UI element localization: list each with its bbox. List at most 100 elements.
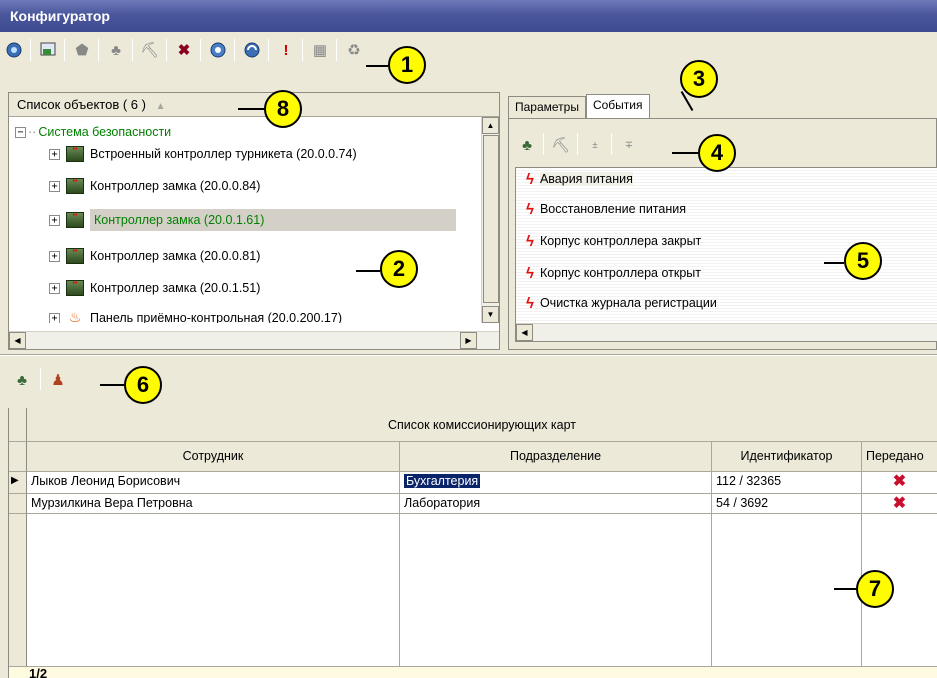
move-up-event-icon[interactable]: ± <box>585 135 605 155</box>
recycle-icon[interactable]: ♻ <box>344 40 364 60</box>
department-cell[interactable]: Лаборатория <box>400 494 712 514</box>
event-label: Очистка журнала регистрации <box>539 296 717 310</box>
callout-5: 5 <box>844 242 882 280</box>
callout-2-line <box>356 270 380 272</box>
tree-vertical-scrollbar[interactable]: ▲ ▼ <box>481 117 499 323</box>
row-indicator-header <box>9 408 27 442</box>
add-object-icon[interactable] <box>4 40 24 60</box>
scroll-right-icon[interactable]: ▶ <box>460 332 477 349</box>
tree-item-label: Контроллер замка (20.0.1.51) <box>90 281 261 295</box>
employee-cell[interactable]: Лыков Леонид Борисович <box>27 472 400 494</box>
cards-title-row: Список комиссионирующих карт <box>9 408 937 442</box>
cards-title: Список комиссионирующих карт <box>27 408 937 442</box>
tree-item-label: Контроллер замка (20.0.0.81) <box>90 249 261 263</box>
tree-item-label: Встроенный контроллер турникета (20.0.0.… <box>90 147 357 161</box>
tree-root[interactable]: − ·· Система безопасности <box>15 121 171 143</box>
splitter[interactable] <box>0 354 937 356</box>
controller-icon: •• <box>66 280 84 296</box>
column-header-department[interactable]: Подразделение <box>400 442 712 472</box>
callout-4: 4 <box>698 134 736 172</box>
object-list-header[interactable]: Список объектов ( 6 ) ▲ <box>9 93 499 117</box>
tree-root-label: Система безопасности <box>38 125 172 139</box>
collapse-icon[interactable]: − <box>15 126 26 138</box>
scroll-left-icon[interactable]: ◀ <box>9 332 26 349</box>
event-item[interactable]: ϟ Корпус контроллера открыт <box>526 262 701 284</box>
expand-icon[interactable]: + <box>49 148 60 160</box>
row-indicator <box>9 494 27 514</box>
move-down-event-icon[interactable]: ∓ <box>619 135 639 155</box>
map-icon[interactable]: ▦ <box>310 40 330 60</box>
object-tree: − ·· Система безопасности + •• Встроенны… <box>9 117 475 323</box>
department-cell[interactable]: Бухгалтерия <box>400 472 712 494</box>
expand-icon[interactable]: + <box>49 282 60 294</box>
alarm-icon[interactable]: ! <box>276 40 296 60</box>
move-up-icon[interactable]: ⬟ <box>72 40 92 60</box>
controller-icon: •• <box>66 178 84 194</box>
callout-4-line <box>672 152 698 154</box>
object-list-title: Список объектов ( 6 ) <box>17 97 146 112</box>
column-header-employee[interactable]: Сотрудник <box>27 442 400 472</box>
expand-icon[interactable]: + <box>49 214 60 226</box>
remove-card-icon[interactable]: ♟ <box>48 370 68 390</box>
table-row[interactable]: ▶ Лыков Леонид Борисович Бухгалтерия 112… <box>9 472 937 494</box>
tree-horizontal-scrollbar[interactable]: ◀ ▶ <box>9 331 499 349</box>
add-event-icon[interactable]: ♣ <box>517 135 537 155</box>
event-bolt-icon: ϟ <box>526 200 534 218</box>
delete-icon[interactable]: ✖ <box>174 40 194 60</box>
edit-event-icon[interactable]: ⛏ <box>551 135 571 155</box>
tree-item[interactable]: + •• Контроллер замка (20.0.1.51) <box>49 277 260 299</box>
refresh-icon[interactable] <box>208 40 228 60</box>
identifier-cell[interactable]: 54 / 3692 <box>712 494 862 514</box>
tree-item-label: Панель приёмно-контрольная (20.0.200.17) <box>90 311 343 323</box>
event-item[interactable]: ϟ Очистка журнала регистрации <box>526 292 717 314</box>
callout-8-line <box>238 108 264 110</box>
table-row[interactable]: Мурзилкина Вера Петровна Лаборатория 54 … <box>9 494 937 514</box>
cards-table: Список комиссионирующих карт Сотрудник П… <box>8 408 937 678</box>
event-item[interactable]: ϟ Корпус контроллера закрыт <box>526 230 701 252</box>
event-item[interactable]: ϟ Восстановление питания <box>526 198 686 220</box>
tree-item-selected[interactable]: + •• Контроллер замка (20.0.1.61) <box>49 209 456 231</box>
expand-icon[interactable]: + <box>49 180 60 192</box>
tab-parameters[interactable]: Параметры <box>508 96 586 118</box>
event-label: Авария питания <box>539 172 633 186</box>
events-horizontal-scrollbar[interactable]: ◀ <box>516 323 937 341</box>
controller-icon: •• <box>66 248 84 264</box>
scroll-down-icon[interactable]: ▼ <box>482 306 499 323</box>
tree-item[interactable]: + •• Контроллер замка (20.0.0.84) <box>49 175 260 197</box>
column-header-identifier[interactable]: Идентификатор <box>712 442 862 472</box>
column-header-transferred[interactable]: Передано <box>862 442 937 472</box>
callout-6-line <box>100 384 124 386</box>
callout-2: 2 <box>380 250 418 288</box>
move-down-icon[interactable]: ♣ <box>106 40 126 60</box>
expand-icon[interactable]: + <box>49 312 60 323</box>
identifier-cell[interactable]: 112 / 32365 <box>712 472 862 494</box>
tab-events[interactable]: События <box>585 94 650 118</box>
expand-icon[interactable]: + <box>49 250 60 262</box>
tab-strip: Параметры События <box>508 94 650 118</box>
callout-7-line <box>834 588 856 590</box>
scroll-thumb[interactable] <box>483 135 499 303</box>
event-bolt-icon: ϟ <box>526 264 534 282</box>
window-settings-icon[interactable] <box>38 40 58 60</box>
callout-6: 6 <box>124 366 162 404</box>
edit-icon[interactable]: ⛏ <box>140 40 160 60</box>
main-toolbar: ⬟ ♣ ⛏ ✖ ! ▦ ♻ <box>0 32 937 92</box>
scroll-up-icon[interactable]: ▲ <box>482 117 499 134</box>
event-label: Восстановление питания <box>539 202 686 216</box>
tree-item[interactable]: + •• Контроллер замка (20.0.0.81) <box>49 245 260 267</box>
cards-header-row: Сотрудник Подразделение Идентификатор Пе… <box>9 442 937 472</box>
scroll-left-icon[interactable]: ◀ <box>516 324 533 341</box>
callout-3: 3 <box>680 60 718 98</box>
tree-item[interactable]: + ♨ Панель приёмно-контрольная (20.0.200… <box>49 307 342 323</box>
callout-5-line <box>824 262 844 264</box>
controller-icon: •• <box>66 212 84 228</box>
add-card-icon[interactable]: ♣ <box>12 370 32 390</box>
event-item[interactable]: ϟ Авария питания <box>526 168 633 190</box>
sync-icon[interactable] <box>242 40 262 60</box>
callout-7: 7 <box>856 570 894 608</box>
callout-8: 8 <box>264 90 302 128</box>
employee-cell[interactable]: Мурзилкина Вера Петровна <box>27 494 400 514</box>
tree-item[interactable]: + •• Встроенный контроллер турникета (20… <box>49 143 357 165</box>
event-label: Корпус контроллера открыт <box>539 266 702 280</box>
not-transferred-icon: ✖ <box>862 472 937 494</box>
